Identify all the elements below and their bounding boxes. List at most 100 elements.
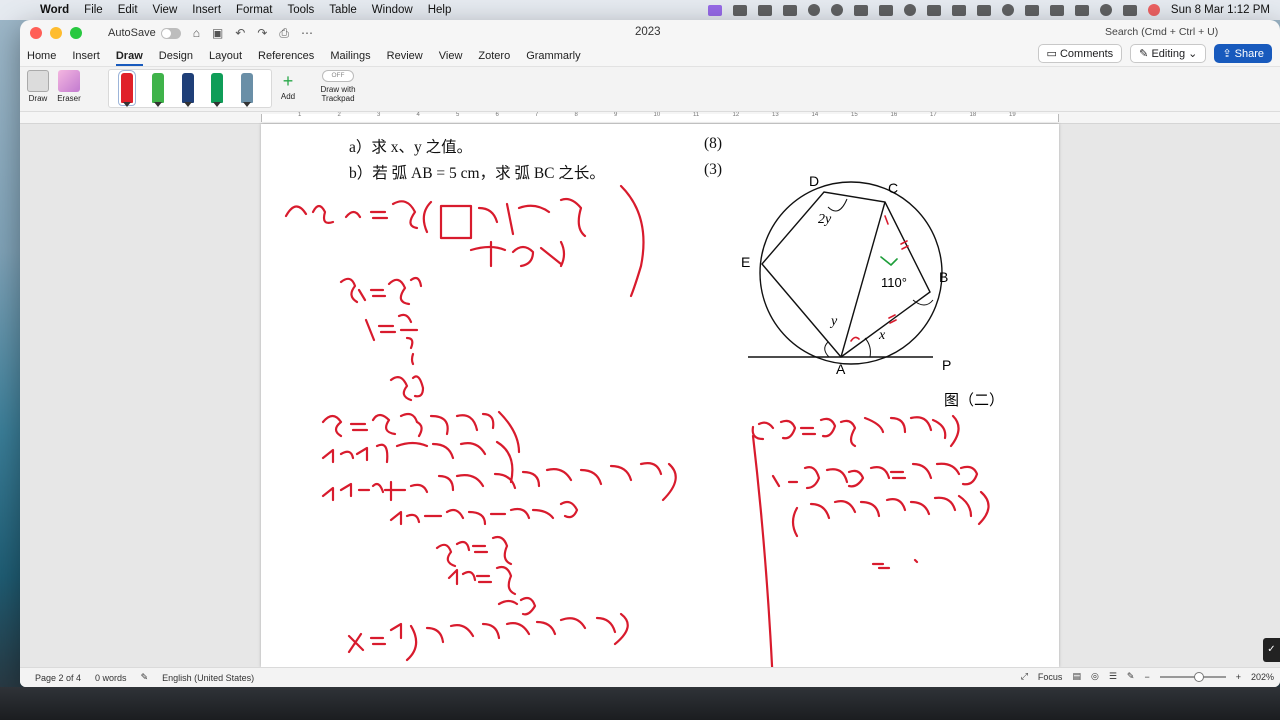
ink-stroke[interactable] [284, 184, 645, 298]
ink-stroke[interactable] [771, 462, 979, 490]
keyboard-icon[interactable] [1024, 4, 1039, 16]
airdrop-icon[interactable] [1001, 4, 1014, 16]
autosave-toggle[interactable] [160, 27, 181, 39]
highlighter-pen[interactable] [211, 73, 223, 107]
menu-tools[interactable]: Tools [287, 4, 314, 16]
ink-stroke[interactable] [321, 462, 677, 502]
bluetooth-icon[interactable] [976, 4, 991, 16]
print-layout-icon[interactable]: ▤ [1072, 671, 1081, 682]
ink-stroke[interactable] [321, 410, 521, 454]
document-page[interactable]: a）求 x、y 之值。 (8) b）若 弧 AB = 5 cm，求 弧 BC 之… [261, 124, 1059, 667]
minimize-window-button[interactable] [50, 27, 62, 39]
app-status-icon[interactable] [807, 4, 820, 16]
ink-stroke[interactable] [791, 490, 990, 538]
focus-button[interactable]: Focus [1038, 672, 1063, 682]
focus-icon[interactable]: ⤢ [1021, 671, 1028, 682]
menu-window[interactable]: Window [372, 4, 413, 16]
outline-icon[interactable]: ☰ [1109, 671, 1117, 682]
tab-insert[interactable]: Insert [72, 50, 100, 62]
menu-format[interactable]: Format [236, 4, 272, 16]
ink-stroke[interactable] [751, 414, 960, 448]
zoom-slider[interactable] [1159, 671, 1226, 682]
tab-zotero[interactable]: Zotero [478, 50, 510, 62]
ink-stroke[interactable] [321, 440, 514, 484]
calendar-icon[interactable] [757, 4, 772, 16]
menu-table[interactable]: Table [329, 4, 357, 16]
web-layout-icon[interactable]: ◎ [1091, 671, 1099, 682]
redo-icon[interactable]: ↷ [257, 26, 267, 40]
siri-icon[interactable] [1147, 4, 1160, 16]
more-icon[interactable]: ⋯ [301, 26, 313, 40]
control-center-icon[interactable] [1122, 4, 1137, 16]
menu-file[interactable]: File [84, 4, 103, 16]
zoom-out-icon[interactable]: − [1144, 672, 1149, 682]
tab-review[interactable]: Review [387, 50, 423, 62]
navy-pen[interactable] [182, 73, 194, 107]
pen-icon[interactable] [878, 4, 893, 16]
search-icon[interactable] [1099, 4, 1112, 16]
tab-design[interactable]: Design [159, 50, 193, 62]
figure-ink-mark[interactable] [884, 215, 889, 225]
editing-button[interactable]: ✎ Editing ⌄ [1130, 44, 1207, 63]
undo-icon[interactable]: ↶ [235, 26, 245, 40]
eraser-tool-button[interactable]: Eraser [54, 70, 84, 103]
clock[interactable]: Sun 8 Mar 1:12 PM [1171, 4, 1270, 16]
wifi-icon[interactable] [1074, 4, 1089, 16]
ink-stroke[interactable] [364, 313, 419, 366]
sync-icon[interactable] [830, 4, 843, 16]
document-title[interactable]: 2023 [635, 26, 661, 38]
figure-ink-mark[interactable] [900, 240, 909, 250]
menu-insert[interactable]: Insert [192, 4, 221, 16]
dropbox-icon[interactable] [732, 4, 747, 16]
ruler-scale[interactable]: 1 2 3 4 5 6 7 8 9 10 11 12 13 14 15 16 17 18 19 [261, 112, 1059, 122]
menu-help[interactable]: Help [428, 4, 452, 16]
language-status[interactable]: English (United States) [162, 673, 254, 683]
menu-app-name[interactable]: Word [40, 4, 69, 16]
save-icon[interactable]: ▣ [212, 26, 223, 40]
tab-draw[interactable]: Draw [115, 50, 143, 66]
trackpad-toggle[interactable]: OFF [322, 70, 354, 82]
search-input[interactable]: Search (Cmd + Ctrl + U) [1105, 26, 1218, 38]
menu-view[interactable]: View [153, 4, 178, 16]
close-window-button[interactable] [30, 27, 42, 39]
tab-grammarly[interactable]: Grammarly [526, 50, 580, 62]
handwritten-ink-layer[interactable] [261, 124, 1059, 667]
green-pen[interactable] [152, 73, 164, 107]
play-icon[interactable] [903, 4, 916, 16]
page-count[interactable]: Page 2 of 4 [35, 673, 81, 683]
tab-references[interactable]: References [258, 50, 314, 62]
draw-tool-button[interactable]: Draw [26, 70, 50, 103]
ink-stroke[interactable] [469, 240, 566, 268]
figure-ink-mark[interactable] [888, 314, 897, 324]
side-panel-check-icon[interactable]: ✓ [1263, 638, 1280, 662]
ink-stroke[interactable] [497, 596, 537, 616]
zoom-level[interactable]: 202% [1251, 672, 1274, 682]
home-icon[interactable]: ⌂ [193, 26, 200, 40]
tab-view[interactable]: View [439, 50, 463, 62]
display-icon[interactable] [782, 4, 797, 16]
figure-ink-mark[interactable] [880, 256, 898, 266]
draw-with-trackpad[interactable]: OFF Draw with Trackpad [318, 70, 358, 103]
red-pen[interactable] [118, 70, 136, 107]
menu-edit[interactable]: Edit [118, 4, 138, 16]
clipboard-icon[interactable] [853, 4, 868, 16]
ink-stroke[interactable] [751, 434, 774, 667]
ink-stroke[interactable] [389, 375, 425, 402]
comments-button[interactable]: ▭ Comments [1037, 44, 1123, 63]
ink-stroke[interactable] [347, 612, 629, 662]
print-icon[interactable]: ⎙ [279, 26, 289, 41]
add-pen-button[interactable]: + Add [277, 70, 299, 101]
ink-stroke[interactable] [871, 558, 919, 570]
ink-stroke[interactable] [389, 500, 579, 526]
tab-layout[interactable]: Layout [209, 50, 242, 62]
ink-stroke[interactable] [435, 535, 513, 568]
zoom-in-icon[interactable]: + [1236, 672, 1241, 682]
ink-stroke[interactable] [339, 276, 423, 306]
ink-stroke[interactable] [447, 565, 517, 596]
share-button[interactable]: ⇪ Share [1214, 44, 1272, 63]
galaxy-pen[interactable] [241, 73, 253, 107]
word-count[interactable]: 0 words [95, 673, 127, 683]
draft-icon[interactable]: ✎ [1127, 671, 1135, 682]
zoom-window-button[interactable] [70, 27, 82, 39]
screen-recorder-icon[interactable] [707, 4, 722, 16]
